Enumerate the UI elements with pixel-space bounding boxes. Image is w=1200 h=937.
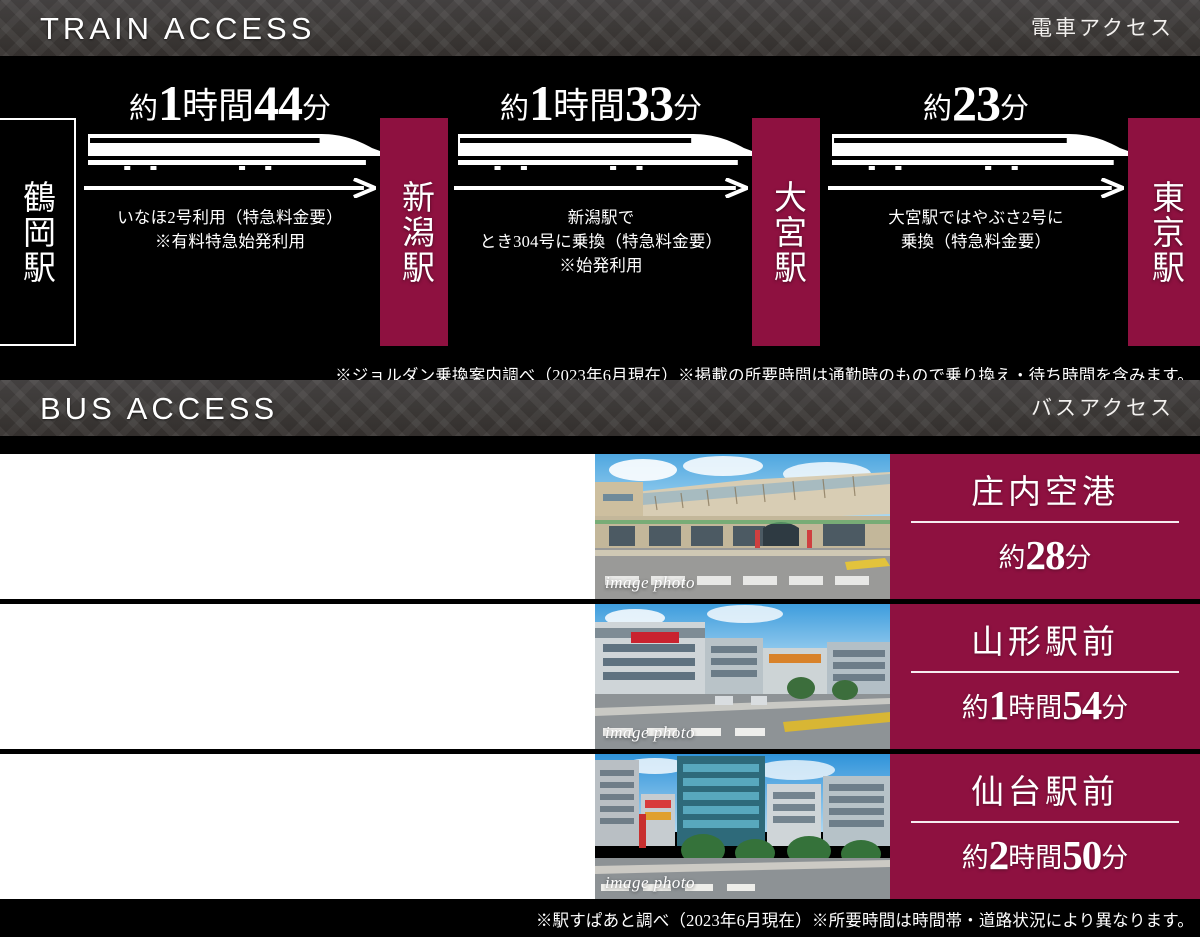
bus-duration-minutes: 50 [1062,832,1102,878]
bus-photo-yamagata-station: image photo [595,604,890,749]
leg-2-duration-prefix: 約 [499,93,529,125]
bus-route-map-plate [0,604,595,749]
train-leg-1-arrow [84,178,376,198]
bus-photo-sendai-station: image photo [595,754,890,899]
bus-destination-card: 庄内空港 約28分 [890,454,1200,599]
bus-route-map-plate [0,454,595,599]
bus-duration-prefix: 約 [961,693,989,723]
bus-destination-name: 庄内空港 [971,475,1119,511]
bus-destination-name: 山形駅前 [971,625,1119,661]
divider [911,521,1179,523]
bus-duration-minutes: 28 [1025,532,1066,578]
bus-duration-minutes-unit: 分 [1101,843,1129,873]
bus-row: image photo 仙台駅前 約2時間50分 [0,754,1200,899]
image-photo-caption: image photo [605,873,696,892]
train-leg-1: 約1時間44分 いなほ2号利用（特急料金要） ※有料特急始発利用 [84,56,380,380]
station-tokyo: 東京駅 [1128,118,1200,346]
divider [911,821,1179,823]
image-photo-caption: image photo [605,573,696,592]
bus-row: image photo 庄内空港 約28分 [0,454,1200,599]
train-bus-access-infographic: TRAIN ACCESS 電車アクセス 鶴岡駅 約1時間44分 いなほ2号利用（… [0,0,1200,937]
train-leg-2-note: 新潟駅で とき304号に乗換（特急料金要） ※始発利用 [479,208,723,275]
leg-1-duration-minutes-unit: 分 [302,93,332,125]
bus-duration-hours-unit: 時間 [1008,843,1063,873]
bus-access-title-ja: バスアクセス [1031,395,1174,420]
train-leg-2-duration: 約1時間33分 [454,78,748,128]
train-leg-1-duration: 約1時間44分 [84,78,376,128]
bus-duration: 約28分 [999,523,1092,576]
leg-3-duration-prefix: 約 [922,93,952,125]
bus-duration: 約1時間54分 [962,673,1129,726]
train-leg-2: 約1時間33分 新潟駅で とき304号に乗換（特急料金要） ※始発利用 [454,56,752,380]
train-route-diagram: 鶴岡駅 約1時間44分 いなほ2号利用（特急料金要） ※有料特急始発利用 新潟駅… [0,56,1200,385]
train-leg-3-duration: 約23分 [828,78,1124,128]
leg-1-duration-hours-unit: 時間 [181,86,254,126]
bus-duration-minutes-unit: 分 [1101,693,1129,723]
bus-route-map-plate [0,754,595,899]
bus-duration-hours: 2 [988,832,1009,878]
bus-destination-card: 山形駅前 約1時間54分 [890,604,1200,749]
leg-3-duration-minutes: 23 [952,75,1001,131]
bus-duration-prefix: 約 [998,543,1026,573]
train-leg-3-arrow [828,178,1124,198]
station-omiya: 大宮駅 [752,118,820,346]
bus-access-title-en: BUS ACCESS [40,390,279,426]
train-access-header: TRAIN ACCESS 電車アクセス [0,0,1200,56]
bus-access-list: image photo 庄内空港 約28分 image photo 山形駅前 約… [0,436,1200,937]
train-leg-3: 約23分 大宮駅ではやぶさ2号に 乗換（特急料金要） [828,56,1128,380]
bus-destination-name: 仙台駅前 [971,775,1119,811]
bus-duration: 約2時間50分 [962,823,1129,876]
bus-duration-hours-unit: 時間 [1008,693,1063,723]
bus-row: image photo 山形駅前 約1時間54分 [0,604,1200,749]
leg-2-duration-hours-unit: 時間 [552,86,625,126]
image-photo-caption: image photo [605,723,696,742]
train-leg-3-note: 大宮駅ではやぶさ2号に 乗換（特急料金要） [888,208,1064,251]
train-leg-2-arrow [454,178,748,198]
leg-3-duration-minutes-unit: 分 [1000,93,1030,125]
train-leg-1-note: いなほ2号利用（特急料金要） ※有料特急始発利用 [117,208,343,251]
leg-2-duration-minutes-unit: 分 [673,93,703,125]
train-access-title-en: TRAIN ACCESS [40,10,316,46]
station-origin: 鶴岡駅 [0,118,76,346]
leg-1-duration-prefix: 約 [128,93,158,125]
leg-1-duration-minutes: 44 [254,75,303,131]
train-access-title-ja: 電車アクセス [1031,15,1174,40]
leg-1-duration-hours: 1 [157,75,183,131]
bus-duration-prefix: 約 [961,843,989,873]
bus-duration-hours: 1 [988,682,1009,728]
leg-2-duration-hours: 1 [528,75,554,131]
bus-duration-minutes: 54 [1062,682,1102,728]
leg-2-duration-minutes: 33 [625,75,674,131]
divider [911,671,1179,673]
station-niigata: 新潟駅 [380,118,448,346]
bus-access-header: BUS ACCESS バスアクセス [0,380,1200,436]
bus-destination-card: 仙台駅前 約2時間50分 [890,754,1200,899]
bus-duration-minutes-unit: 分 [1064,543,1092,573]
bus-photo-shonai-airport: image photo [595,454,890,599]
bus-footnote: ※駅すぱあと調べ（2023年6月現在）※所要時間は時間帯・道路状況により異なりま… [535,911,1194,931]
